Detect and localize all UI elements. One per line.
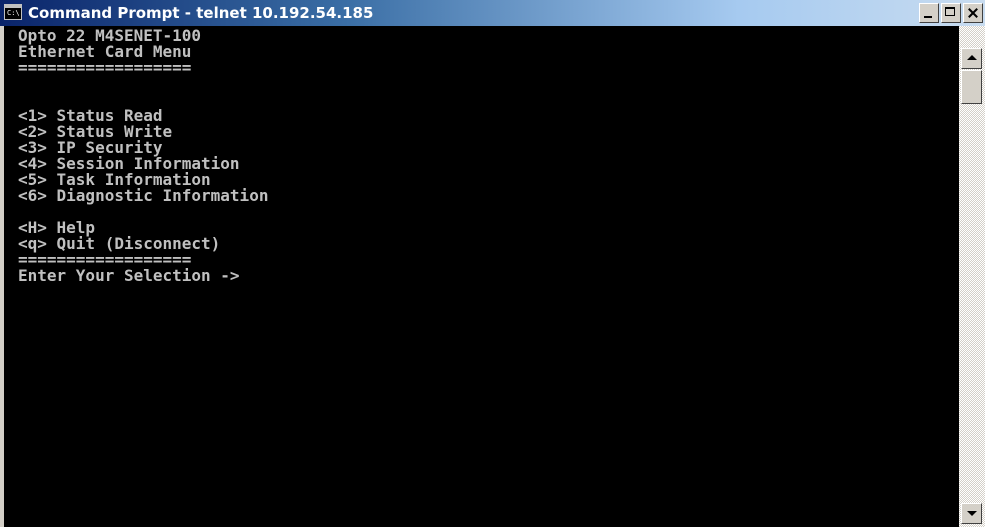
- command-prompt-window: C:\ Command Prompt - telnet 10.192.54.18…: [0, 0, 985, 527]
- minimize-button[interactable]: [919, 3, 939, 23]
- console-app-icon-bar: [5, 5, 21, 8]
- maximize-button[interactable]: [941, 3, 961, 23]
- console-line-blank-1: [18, 76, 959, 92]
- close-button[interactable]: [963, 3, 983, 23]
- console-line-blank-3: [18, 204, 959, 220]
- window-title: Command Prompt - telnet 10.192.54.185: [28, 4, 374, 22]
- title-bar[interactable]: C:\ Command Prompt - telnet 10.192.54.18…: [0, 0, 985, 26]
- scroll-down-arrow-icon[interactable]: [961, 503, 982, 524]
- caption-buttons: [919, 3, 983, 23]
- console-app-icon-label: C:\: [7, 9, 20, 17]
- console-line-separator-top: ==================: [18, 58, 192, 77]
- console-line-option-diagnostic-info: <6> Diagnostic Information: [18, 186, 269, 205]
- console-line-prompt[interactable]: Enter Your Selection ->: [18, 268, 959, 284]
- scroll-up-arrow-icon[interactable]: [961, 48, 982, 69]
- vertical-scrollbar[interactable]: [959, 26, 985, 527]
- console-app-icon[interactable]: C:\: [4, 4, 22, 20]
- scroll-thumb[interactable]: [961, 70, 982, 104]
- console-output[interactable]: Opto 22 M4SENET-100 Ethernet Card Menu =…: [4, 26, 959, 527]
